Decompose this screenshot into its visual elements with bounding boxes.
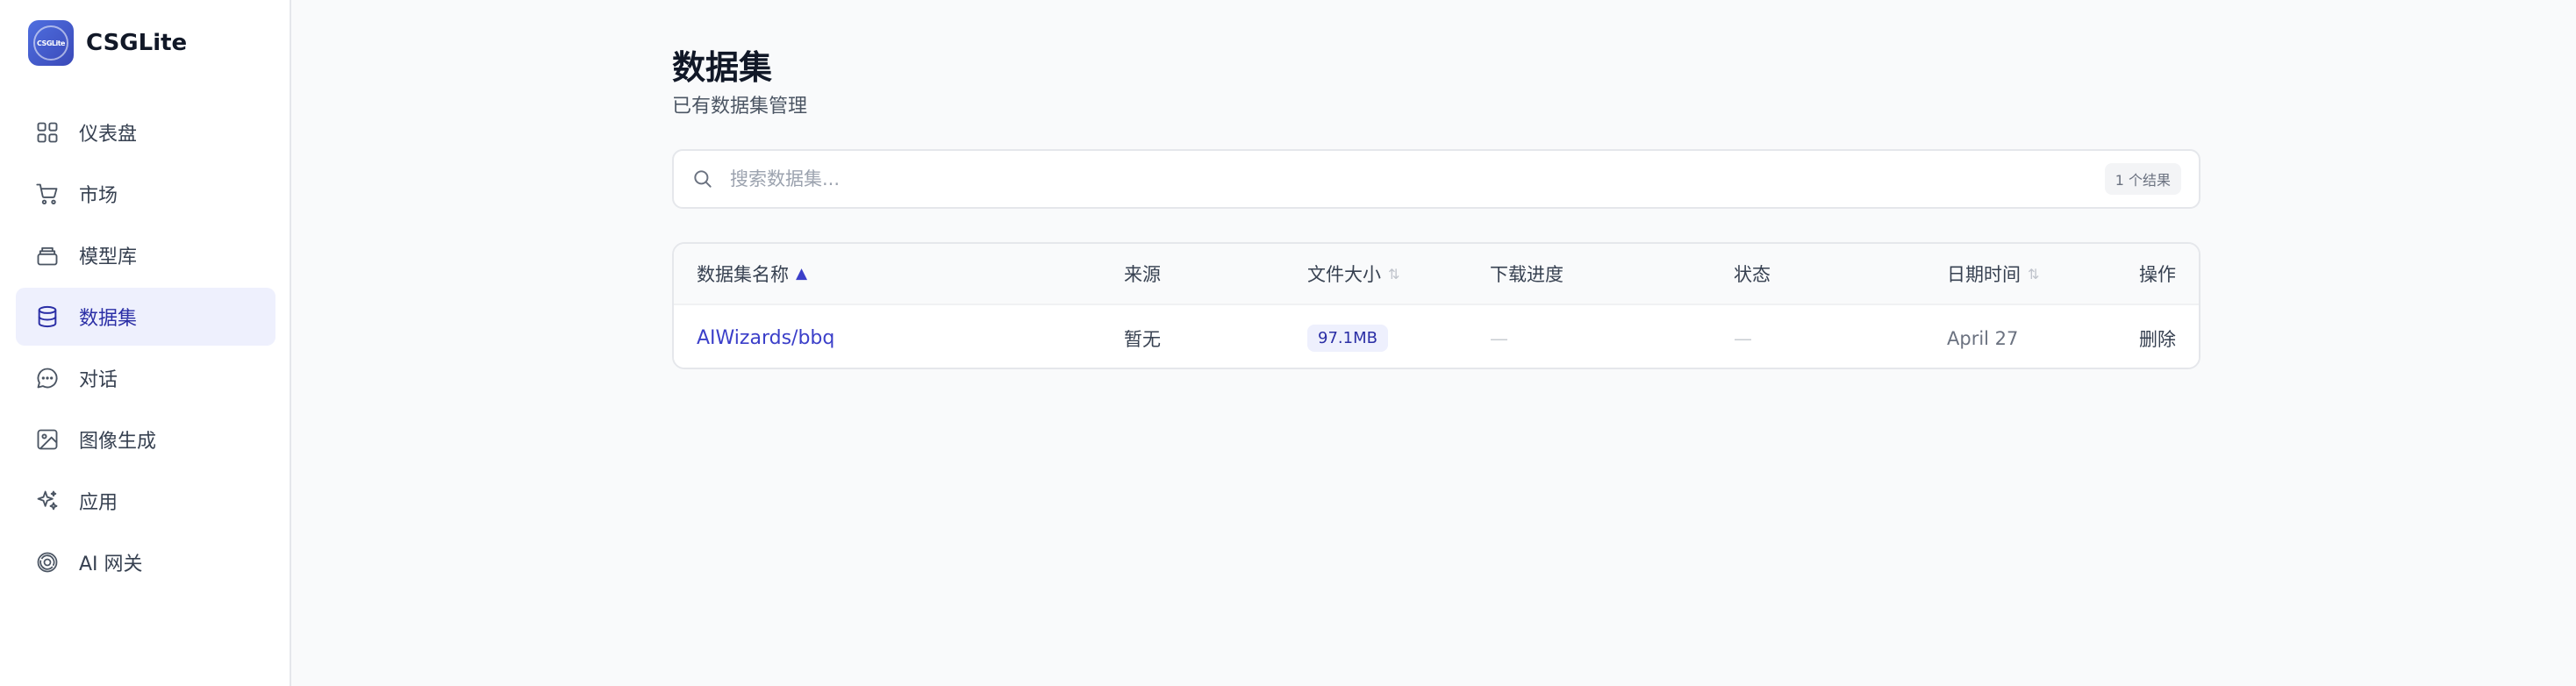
column-header-status: 状态	[1734, 244, 1771, 304]
column-header-actions: 操作	[2139, 244, 2176, 304]
sidebar-item-label: 市场	[79, 185, 118, 207]
column-header-progress: 下载进度	[1490, 244, 1563, 304]
size-badge: 97.1MB	[1307, 325, 1388, 352]
layers-icon	[35, 243, 60, 268]
column-header-name[interactable]: 数据集名称 ▲	[697, 244, 807, 304]
dataset-status-cell: —	[1734, 327, 1752, 349]
delete-button[interactable]: 删除	[2139, 307, 2176, 368]
database-icon	[35, 304, 60, 329]
column-header-label: 文件大小	[1307, 264, 1381, 285]
sidebar-item-models[interactable]: 模型库	[16, 226, 275, 284]
sidebar-item-apps[interactable]: 应用	[16, 472, 275, 530]
grid-icon	[35, 120, 60, 145]
search-icon	[694, 170, 712, 188]
sidebar-item-label: 仪表盘	[79, 124, 138, 146]
dataset-date-cell: April 27	[1947, 327, 2019, 349]
cart-icon	[35, 182, 60, 206]
sort-icon: ⇅	[1388, 265, 1400, 282]
column-header-label: 来源	[1124, 264, 1161, 285]
sidebar-item-label: 对话	[79, 369, 118, 391]
result-count-badge: 1 个结果	[2104, 163, 2181, 195]
sidebar: CSGLite CSGLite 仪表盘 市场 模型库 数据集 对话 图像生成 应…	[0, 0, 291, 686]
app-logo: CSGLite	[28, 20, 74, 66]
sidebar-item-label: 图像生成	[79, 431, 157, 453]
sidebar-item-chat[interactable]: 对话	[16, 349, 275, 407]
sidebar-item-label: 数据集	[79, 308, 138, 330]
table-row: AIWizards/bbq 暂无 97.1MB — — April 27 删除	[674, 307, 2199, 368]
sparkles-icon	[35, 489, 60, 513]
column-header-label: 下载进度	[1490, 264, 1563, 285]
column-header-label: 日期时间	[1947, 264, 2021, 285]
dataset-source-cell: 暂无	[1124, 328, 1161, 350]
column-header-size[interactable]: 文件大小 ⇅	[1307, 244, 1399, 304]
column-header-label: 操作	[2139, 264, 2176, 285]
sidebar-item-image-gen[interactable]: 图像生成	[16, 411, 275, 468]
app-name: CSGLite	[86, 30, 188, 56]
chat-icon	[35, 366, 60, 390]
sidebar-item-label: 模型库	[79, 247, 138, 268]
datasets-table: 数据集名称 ▲ 来源 文件大小 ⇅ 下载进度 状态 日期时间 ⇅ 操作 AIWi…	[672, 242, 2200, 369]
sort-asc-icon: ▲	[796, 265, 808, 282]
page-subtitle: 已有数据集管理	[672, 96, 808, 118]
column-header-date[interactable]: 日期时间 ⇅	[1947, 244, 2039, 304]
search-box: 1 个结果	[672, 149, 2200, 209]
sidebar-item-ai-gateway[interactable]: AI 网关	[16, 533, 275, 591]
sidebar-nav: 仪表盘 市场 模型库 数据集 对话 图像生成 应用 AI 网关	[16, 104, 275, 595]
search-input[interactable]	[730, 168, 2105, 189]
table-header: 数据集名称 ▲ 来源 文件大小 ⇅ 下载进度 状态 日期时间 ⇅ 操作	[674, 244, 2199, 305]
sidebar-item-label: 应用	[79, 492, 118, 514]
dataset-name-link[interactable]: AIWizards/bbq	[697, 327, 834, 349]
sidebar-item-label: AI 网关	[79, 554, 143, 575]
dataset-progress-cell: —	[1490, 327, 1508, 349]
sidebar-item-market[interactable]: 市场	[16, 165, 275, 223]
image-icon	[35, 427, 60, 452]
dataset-size-cell: 97.1MB	[1307, 307, 1388, 368]
sidebar-item-dashboard[interactable]: 仪表盘	[16, 104, 275, 161]
app-logo-text: CSGLite	[33, 25, 68, 61]
page-title: 数据集	[672, 48, 773, 87]
brand[interactable]: CSGLite CSGLite	[28, 20, 187, 66]
gateway-icon	[35, 550, 60, 575]
sort-icon: ⇅	[2028, 265, 2040, 282]
sidebar-item-datasets[interactable]: 数据集	[16, 288, 275, 346]
column-header-label: 数据集名称	[697, 264, 789, 285]
dataset-name-cell: AIWizards/bbq	[697, 307, 834, 368]
column-header-label: 状态	[1734, 264, 1771, 285]
column-header-source: 来源	[1124, 244, 1161, 304]
